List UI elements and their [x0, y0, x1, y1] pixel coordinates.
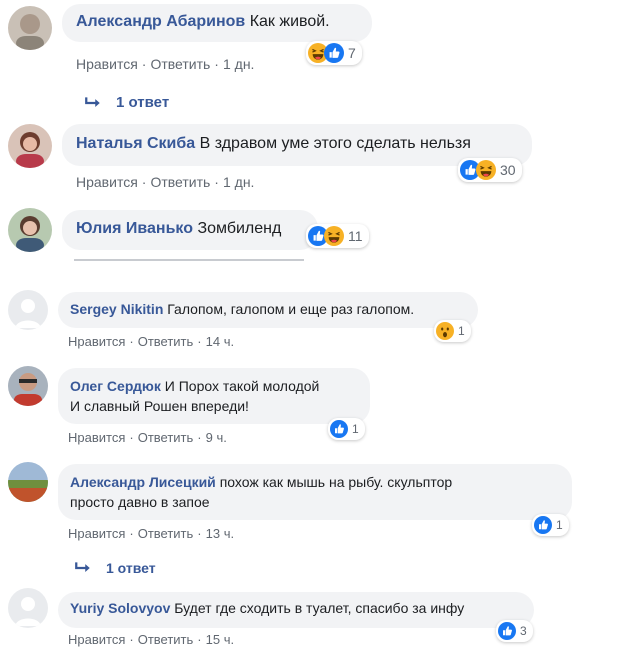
reply-arrow-icon — [84, 96, 102, 110]
comment-text-line: просто давно в запое — [70, 494, 210, 510]
comment-author[interactable]: Yuriy Solovyov — [70, 600, 170, 616]
clipped-actions-row — [74, 258, 304, 262]
comment-bubble: Yuriy Solovyov Будет где сходить в туале… — [58, 592, 534, 628]
reaction-summary[interactable]: 30 — [458, 158, 522, 182]
comment-time[interactable]: 1 дн. — [223, 174, 254, 190]
wow-reaction-icon — [436, 322, 454, 340]
replies-count: 1 ответ — [116, 94, 170, 111]
avatar[interactable] — [8, 124, 52, 168]
comment-time[interactable]: 9 ч. — [206, 430, 227, 445]
comment-actions: Нравится · Ответить · 13 ч. — [68, 526, 235, 541]
avatar[interactable] — [8, 366, 48, 406]
comment-bubble: Александр Лисецкий похож как мышь на рыб… — [58, 464, 572, 520]
avatar-placeholder[interactable] — [8, 290, 48, 330]
avatar[interactable] — [8, 6, 52, 50]
like-reaction-icon — [330, 420, 348, 438]
reaction-count: 1 — [458, 324, 465, 338]
comment-text: И Порох такой молодой — [164, 378, 320, 394]
comment-author[interactable]: Александр Лисецкий — [70, 474, 216, 490]
reaction-summary[interactable]: 1 — [532, 514, 569, 536]
haha-reaction-icon — [324, 226, 344, 246]
comment-bubble: Юлия Иванько Зомбиленд — [62, 210, 318, 250]
reaction-count: 1 — [352, 422, 359, 436]
reply-link[interactable]: Ответить — [150, 174, 210, 190]
reaction-count: 1 — [556, 518, 563, 532]
comment-author[interactable]: Александр Абаринов — [76, 13, 245, 30]
reaction-count: 7 — [348, 45, 356, 61]
comment-bubble: Sergey Nikitin Галопом, галопом и еще ра… — [58, 292, 478, 328]
reaction-count: 11 — [348, 228, 363, 244]
reaction-summary[interactable]: 3 — [496, 620, 533, 642]
like-link[interactable]: Нравится — [76, 56, 138, 72]
reaction-count: 30 — [500, 162, 516, 178]
replies-count: 1 ответ — [106, 560, 156, 576]
comment-author[interactable]: Олег Сердюк — [70, 378, 161, 394]
comment-text: похож как мышь на рыбу. скульптор — [219, 474, 453, 490]
reaction-summary[interactable]: 7 — [306, 41, 362, 65]
comment-text: Зомбиленд — [197, 220, 282, 237]
comment-text: Галопом, галопом и еще раз галопом. — [167, 301, 415, 317]
reply-link[interactable]: Ответить — [138, 632, 194, 647]
view-replies-link[interactable]: 1 ответ — [84, 94, 169, 111]
reply-link[interactable]: Ответить — [138, 526, 194, 541]
comment-time[interactable]: 13 ч. — [206, 526, 234, 541]
reaction-summary[interactable]: 1 — [434, 320, 471, 342]
comment-text: В здравом уме этого сделать нельзя — [199, 135, 471, 152]
comment-time[interactable]: 15 ч. — [206, 632, 234, 647]
like-reaction-icon — [534, 516, 552, 534]
comment-time[interactable]: 14 ч. — [206, 334, 234, 349]
like-link[interactable]: Нравится — [76, 174, 138, 190]
comment-author[interactable]: Sergey Nikitin — [70, 301, 163, 317]
comment-actions: Нравится · Ответить · 9 ч. — [68, 430, 227, 445]
comment-text-line: И славный Рошен впереди! — [70, 398, 249, 414]
like-link[interactable]: Нравится — [68, 632, 125, 647]
avatar[interactable] — [8, 208, 52, 252]
comment-time[interactable]: 1 дн. — [223, 56, 254, 72]
like-link[interactable]: Нравится — [68, 430, 125, 445]
avatar[interactable] — [8, 462, 48, 502]
like-reaction-icon — [498, 622, 516, 640]
avatar-placeholder[interactable] — [8, 588, 48, 628]
comment-bubble: Александр Абаринов Как живой. — [62, 4, 372, 42]
view-replies-link[interactable]: 1 ответ — [74, 560, 156, 576]
reply-link[interactable]: Ответить — [150, 56, 210, 72]
reaction-count: 3 — [520, 624, 527, 638]
comment-text: Будет где сходить в туалет, спасибо за и… — [174, 600, 465, 616]
reply-link[interactable]: Ответить — [138, 430, 194, 445]
haha-reaction-icon — [476, 160, 496, 180]
comment-actions: Нравится · Ответить · 1 дн. — [76, 56, 255, 72]
reaction-summary[interactable]: 11 — [306, 224, 369, 248]
comment-actions: Нравится · Ответить · 14 ч. — [68, 334, 235, 349]
comment-text: Как живой. — [249, 13, 330, 30]
comment-bubble: Олег Сердюк И Порох такой молодой И слав… — [58, 368, 370, 424]
reaction-summary[interactable]: 1 — [328, 418, 365, 440]
comment-actions: Нравится · Ответить · 15 ч. — [68, 632, 235, 647]
like-link[interactable]: Нравится — [68, 334, 125, 349]
comment-actions: Нравится · Ответить · 1 дн. — [76, 174, 255, 190]
comment-author[interactable]: Наталья Скиба — [76, 135, 195, 152]
reply-arrow-icon — [74, 561, 92, 575]
reply-link[interactable]: Ответить — [138, 334, 194, 349]
like-reaction-icon — [324, 43, 344, 63]
comment-author[interactable]: Юлия Иванько — [76, 220, 193, 237]
like-link[interactable]: Нравится — [68, 526, 125, 541]
